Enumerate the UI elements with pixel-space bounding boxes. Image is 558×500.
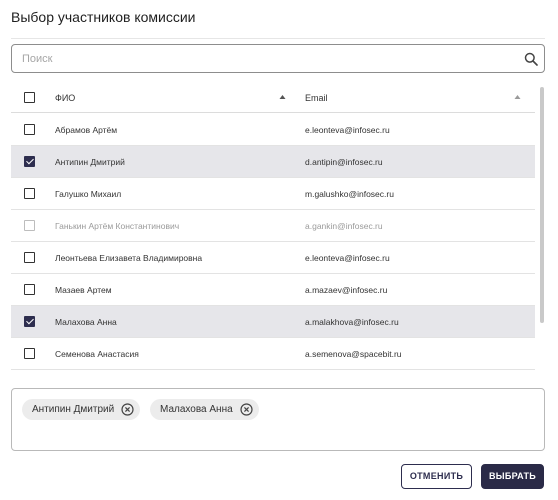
row-email: a.semenova@spacebit.ru — [305, 349, 402, 359]
sort-asc-icon[interactable] — [514, 94, 521, 100]
column-header-email[interactable]: Email — [305, 93, 328, 103]
table-body: Абрамов Артём e.leonteva@infosec.ru Антипи… — [11, 114, 535, 370]
row-email: e.leonteva@infosec.ru — [305, 253, 390, 263]
sort-asc-icon[interactable] — [279, 94, 286, 100]
row-checkbox[interactable] — [24, 316, 35, 327]
search-input[interactable] — [12, 45, 544, 72]
table-row[interactable]: Мазаев Артем a.mazaev@infosec.ru — [11, 274, 535, 306]
selected-chip: Малахова Анна — [150, 399, 259, 420]
table-row: Ганькин Артём Константинович a.gankin@inf… — [11, 210, 535, 242]
row-name: Леонтьева Елизавета Владимировна — [55, 253, 203, 263]
column-header-name[interactable]: ФИО — [55, 93, 75, 103]
cancel-button[interactable]: ОТМЕНИТЬ — [401, 464, 472, 489]
row-name: Ганькин Артём Константинович — [55, 221, 180, 231]
chip-remove-icon[interactable] — [121, 403, 134, 416]
table-row[interactable]: Абрамов Артём e.leonteva@infosec.ru — [11, 114, 535, 146]
row-email: d.antipin@infosec.ru — [305, 157, 383, 167]
row-email: e.leonteva@infosec.ru — [305, 125, 390, 135]
chip-remove-icon[interactable] — [240, 403, 253, 416]
selected-participants-box[interactable]: Антипин Дмитрий Малахова Анна — [11, 388, 545, 451]
chip-label: Антипин Дмитрий — [32, 404, 115, 415]
dialog-title: Выбор участников комиссии — [11, 9, 196, 25]
title-divider — [11, 38, 545, 39]
table-scrollbar[interactable] — [539, 83, 545, 370]
row-checkbox[interactable] — [24, 348, 35, 359]
search-field — [11, 44, 545, 73]
row-name: Антипин Дмитрий — [55, 157, 125, 167]
selected-chip: Антипин Дмитрий — [22, 399, 141, 420]
table-row[interactable]: Галушко Михаил m.galushko@infosec.ru — [11, 178, 535, 210]
search-icon[interactable] — [524, 52, 538, 66]
chip-label: Малахова Анна — [160, 404, 233, 415]
row-email: m.galushko@infosec.ru — [305, 189, 394, 199]
row-checkbox[interactable] — [24, 284, 35, 295]
table-row[interactable]: Семенова Анастасия a.semenova@spacebit.ru — [11, 338, 535, 370]
table-row[interactable]: Малахова Анна a.malakhova@infosec.ru — [11, 306, 535, 338]
select-button[interactable]: ВЫБРАТЬ — [481, 464, 544, 489]
row-checkbox — [24, 220, 35, 231]
row-checkbox[interactable] — [24, 124, 35, 135]
row-name: Семенова Анастасия — [55, 349, 139, 359]
table-row[interactable]: Леонтьева Елизавета Владимировна e.leonte… — [11, 242, 535, 274]
table-header: ФИО Email — [11, 83, 535, 113]
table-row[interactable]: Антипин Дмитрий d.antipin@infosec.ru — [11, 146, 535, 178]
row-name: Малахова Анна — [55, 317, 117, 327]
row-name: Галушко Михаил — [55, 189, 122, 199]
row-email: a.malakhova@infosec.ru — [305, 317, 399, 327]
row-name: Мазаев Артем — [55, 285, 112, 295]
row-checkbox[interactable] — [24, 188, 35, 199]
row-checkbox[interactable] — [24, 156, 35, 167]
row-checkbox[interactable] — [24, 252, 35, 263]
participants-table: ФИО Email Абрамов Артём e.leonteva@infose… — [11, 83, 545, 370]
row-email: a.mazaev@infosec.ru — [305, 285, 388, 295]
scrollbar-thumb[interactable] — [540, 87, 544, 323]
row-name: Абрамов Артём — [55, 125, 118, 135]
row-email: a.gankin@infosec.ru — [305, 221, 383, 231]
select-all-checkbox[interactable] — [24, 92, 35, 103]
